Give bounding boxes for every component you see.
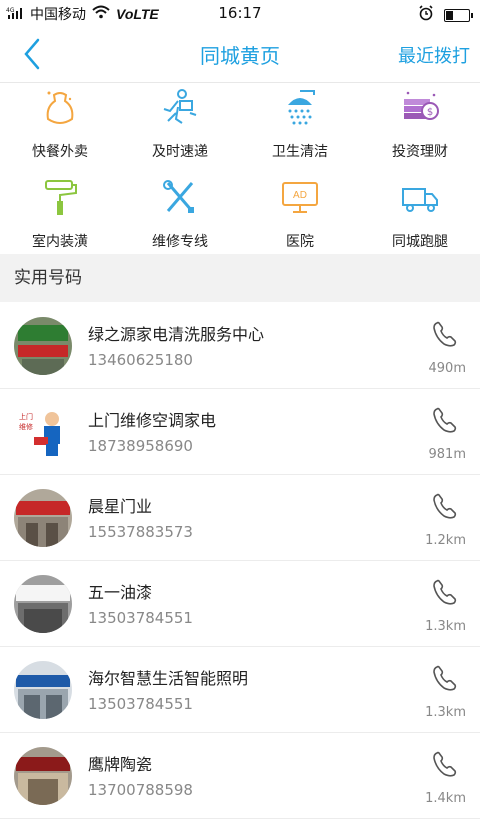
avatar: [14, 575, 72, 633]
courier-icon: [163, 89, 197, 124]
list-item[interactable]: 鹰牌陶瓷 13700788598 1.4km: [0, 733, 480, 819]
category-errand[interactable]: 同城跑腿: [360, 173, 480, 253]
category-courier[interactable]: 及时速递: [120, 83, 240, 163]
list-item[interactable]: 上门 维修 上门维修空调家电 18738958690 981m: [0, 389, 480, 475]
recent-calls-button[interactable]: 最近拨打: [398, 42, 470, 68]
category-decoration[interactable]: 室内装潢: [0, 173, 120, 253]
listing-phone: 13503784551: [88, 695, 193, 713]
shower-icon: [288, 90, 315, 125]
avatar: [14, 747, 72, 805]
listing-name: 上门维修空调家电: [88, 411, 217, 430]
list-item[interactable]: 海尔智慧生活智能照明 13503784551 1.3km: [0, 647, 480, 733]
category-investment[interactable]: $ 投资理财: [360, 83, 480, 163]
category-label: 快餐外卖: [32, 144, 88, 160]
category-label: 医院: [286, 234, 314, 250]
category-grid: 快餐外卖 及时速递 卫生清洁 $ 投资理财 室内装潢 维修专线 AD 医院 同城…: [0, 83, 480, 253]
category-label: 维修专线: [152, 234, 208, 250]
avatar: 上门 维修: [14, 403, 72, 461]
svg-text:AD: AD: [293, 190, 307, 201]
avatar: [14, 661, 72, 719]
svg-text:维修: 维修: [19, 422, 33, 431]
nav-bar: 同城黄页 最近拨打: [0, 26, 480, 83]
listing-phone: 13503784551: [88, 609, 193, 627]
list-item[interactable]: 五一油漆 13503784551 1.3km: [0, 561, 480, 647]
phone-icon[interactable]: [430, 405, 460, 435]
listing-distance: 490m: [428, 361, 466, 376]
paint-roller-icon: [45, 180, 77, 215]
alarm-icon: [418, 5, 434, 25]
category-label: 室内装潢: [32, 234, 88, 250]
category-hospital[interactable]: AD 医院: [240, 173, 360, 253]
food-bag-icon: [46, 91, 74, 124]
svg-text:上门: 上门: [19, 412, 33, 421]
listing-distance: 1.3km: [425, 619, 466, 634]
listing-phone: 18738958690: [88, 437, 193, 455]
phone-icon[interactable]: [430, 663, 460, 693]
phone-icon[interactable]: [430, 319, 460, 349]
status-time: 16:17: [218, 4, 262, 22]
list-item[interactable]: 绿之源家电清洗服务中心 13460625180 490m: [0, 303, 480, 389]
category-label: 卫生清洁: [272, 144, 328, 160]
listing-distance: 1.4km: [425, 791, 466, 806]
category-label: 及时速递: [152, 144, 208, 160]
listing-distance: 981m: [428, 447, 466, 462]
listing-list: 绿之源家电清洗服务中心 13460625180 490m 上门 维修 上门维修空调…: [0, 303, 480, 819]
category-cleaning[interactable]: 卫生清洁: [240, 83, 360, 163]
listing-name: 晨星门业: [88, 497, 153, 516]
listing-distance: 1.2km: [425, 533, 466, 548]
listing-name: 绿之源家电清洗服务中心: [88, 325, 265, 344]
listing-phone: 13460625180: [88, 351, 193, 369]
avatar: [14, 317, 72, 375]
phone-icon[interactable]: [430, 577, 460, 607]
listing-phone: 15537883573: [88, 523, 193, 541]
list-item[interactable]: 晨星门业 15537883573 1.2km: [0, 475, 480, 561]
battery-icon: [444, 8, 473, 22]
tools-icon: [163, 180, 194, 213]
truck-icon: [402, 188, 438, 212]
category-label: 同城跑腿: [392, 234, 448, 250]
category-label: 投资理财: [392, 144, 448, 160]
listing-name: 海尔智慧生活智能照明: [88, 669, 249, 688]
listing-phone: 13700788598: [88, 781, 193, 799]
ad-monitor-icon: AD: [282, 182, 318, 213]
section-header: 实用号码: [0, 254, 480, 302]
listing-name: 五一油漆: [88, 583, 153, 602]
listing-name: 鹰牌陶瓷: [88, 755, 153, 774]
money-stack-icon: $: [404, 91, 439, 120]
phone-icon[interactable]: [430, 491, 460, 521]
avatar: [14, 489, 72, 547]
phone-icon[interactable]: [430, 749, 460, 779]
listing-distance: 1.3km: [425, 705, 466, 720]
status-bar: 4G 中国移动 VoLTE 16:17: [0, 0, 480, 26]
category-repair[interactable]: 维修专线: [120, 173, 240, 253]
category-food-delivery[interactable]: 快餐外卖: [0, 83, 120, 163]
svg-text:$: $: [427, 107, 433, 118]
